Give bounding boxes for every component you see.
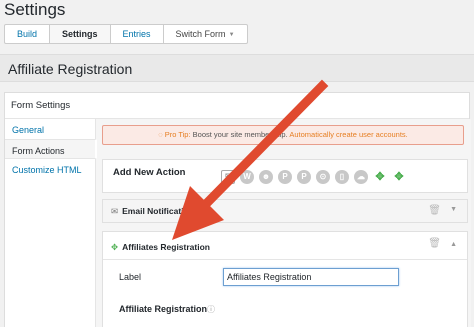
email-notification-title: ✉ Email Notification [111, 206, 194, 217]
add-new-action-panel: Add New Action ✉ W ☻ P P ⊙ ▯ ☁ ✥ ✥ [102, 159, 468, 193]
side-nav-form-actions[interactable]: Form Actions [5, 139, 97, 159]
user-icon[interactable]: ☻ [259, 170, 273, 184]
form-settings-heading: Form Settings [5, 93, 469, 119]
tab-entries[interactable]: Entries [111, 25, 164, 43]
tab-switch-form[interactable]: Switch Form ▼ [164, 25, 247, 43]
affiliate-icon[interactable]: ✥ [392, 170, 406, 184]
trash-icon[interactable]: 🗑 [428, 238, 441, 249]
paypal-icon[interactable]: P [278, 170, 292, 184]
affiliates-registration-title: ✥ Affiliates Registration [111, 242, 210, 253]
caret-down-icon: ▼ [228, 31, 235, 38]
email-notification-panel[interactable]: ✉ Email Notification 🗑 ▼ [102, 199, 468, 223]
info-icon: ⓘ [207, 305, 216, 314]
form-settings-box: Form Settings General Form Actions Custo… [4, 92, 471, 327]
affiliate-registration-section-label: Affiliate Registrationⓘ [119, 304, 215, 315]
label-field-label: Label [119, 272, 142, 282]
paypal-icon[interactable]: P [297, 170, 311, 184]
affiliates-registration-label: Affiliates Registration [122, 242, 210, 252]
tab-bar: Build Settings Entries Switch Form ▼ [4, 24, 248, 44]
tab-build[interactable]: Build [5, 25, 51, 43]
form-title-bar: Affiliate Registration [0, 54, 474, 82]
pro-tip-text: Boost your site membership. [192, 130, 288, 139]
side-nav-general[interactable]: General [5, 119, 95, 139]
pro-tip-label: Pro Tip: [164, 130, 191, 139]
label-input[interactable] [223, 268, 399, 286]
wordpress-icon[interactable]: W [240, 170, 254, 184]
settings-side-nav: General Form Actions Customize HTML [5, 119, 97, 179]
affiliate-icon: ✥ [111, 242, 119, 252]
twilio-icon[interactable]: ⊙ [316, 170, 330, 184]
pro-tip-banner: ◌ Pro Tip: Boost your site membership. Au… [102, 125, 464, 145]
email-icon[interactable]: ✉ [221, 170, 235, 184]
page-title: Settings [4, 0, 66, 19]
switch-form-label: Switch Form [175, 29, 226, 39]
email-notification-label: Email Notification [122, 206, 194, 216]
side-nav-customize-html[interactable]: Customize HTML [5, 159, 95, 179]
envelope-icon: ✉ [111, 206, 119, 216]
pro-tip-link[interactable]: Automatically create user accounts. [289, 130, 407, 139]
chevron-down-icon[interactable]: ▼ [450, 206, 457, 213]
form-title: Affiliate Registration [8, 61, 133, 77]
cloud-download-icon[interactable]: ☁ [354, 170, 368, 184]
affiliates-registration-panel: ✥ Affiliates Registration 🗑 ▲ Label Affil… [102, 231, 468, 327]
affiliate-registration-text: Affiliate Registration [119, 304, 208, 314]
chevron-up-icon[interactable]: ▲ [450, 241, 457, 248]
mobile-icon[interactable]: ▯ [335, 170, 349, 184]
lightbulb-icon: ◌ [158, 130, 163, 139]
tab-settings[interactable]: Settings [50, 25, 111, 43]
trash-icon[interactable]: 🗑 [428, 205, 441, 216]
action-icons: ✉ W ☻ P P ⊙ ▯ ☁ ✥ ✥ [221, 170, 406, 184]
affiliates-registration-header[interactable]: ✥ Affiliates Registration 🗑 ▲ [103, 232, 467, 260]
add-new-action-title: Add New Action [113, 167, 186, 178]
affiliate-icon[interactable]: ✥ [373, 170, 387, 184]
settings-content: ◌ Pro Tip: Boost your site membership. Au… [95, 119, 471, 327]
